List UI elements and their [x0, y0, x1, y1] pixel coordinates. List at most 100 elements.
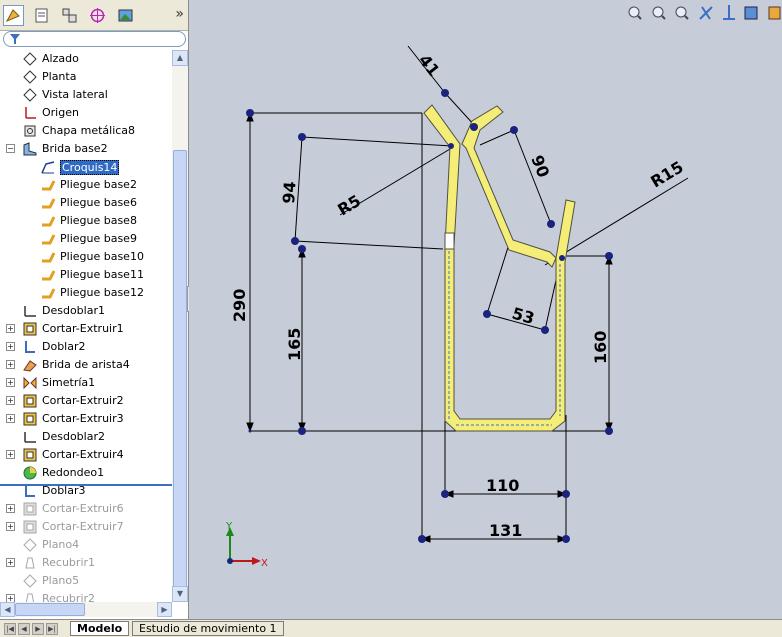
sheet-metal-profile[interactable] — [423, 104, 576, 432]
feature-manager-panel: » Alzado Planta Vista lateral Origen Chapa m… — [0, 0, 189, 619]
tree-item[interactable]: + Cortar-Extruir3 — [0, 410, 172, 428]
hide-show-items-icon[interactable] — [768, 6, 781, 20]
mirror-icon — [23, 376, 37, 390]
tree-item[interactable]: Alzado — [0, 50, 172, 68]
tree-item[interactable]: Plano4 — [0, 536, 172, 554]
tree-item[interactable]: + Cortar-Extruir6 — [0, 500, 172, 518]
display-manager-tab[interactable] — [115, 5, 136, 26]
display-style-icon[interactable] — [744, 6, 758, 20]
scroll-down-arrow-icon[interactable]: ▼ — [172, 586, 188, 602]
tree-item[interactable]: Origen — [0, 104, 172, 122]
expand-toggle-icon[interactable]: + — [6, 378, 15, 387]
last-tab-arrow-icon[interactable]: ▶| — [46, 623, 58, 635]
scroll-left-arrow-icon[interactable]: ◀ — [0, 602, 15, 617]
scroll-right-arrow-icon[interactable]: ▶ — [157, 602, 172, 617]
tree-item[interactable]: + Cortar-Extruir7 — [0, 518, 172, 536]
first-tab-arrow-icon[interactable]: |◀ — [4, 623, 16, 635]
tree-item[interactable]: Pliegue base9 — [0, 230, 172, 248]
tree-item[interactable]: Pliegue base2 — [0, 176, 172, 194]
next-tab-arrow-icon[interactable]: ▶ — [32, 623, 44, 635]
section-view-icon[interactable] — [699, 6, 713, 20]
tree-item[interactable]: − Brida base2 — [0, 140, 172, 158]
tree-item[interactable]: Pliegue base10 — [0, 248, 172, 266]
dimension-131[interactable]: 131 — [489, 521, 522, 540]
tree-item[interactable]: Redondeo1 — [0, 464, 172, 482]
dimension-94[interactable]: 94 — [279, 181, 300, 205]
feature-manager-tab[interactable] — [3, 5, 24, 26]
feature-tree: Alzado Planta Vista lateral Origen Chapa met… — [0, 50, 172, 602]
tree-item[interactable]: Pliegue base8 — [0, 212, 172, 230]
tree-item[interactable]: + Cortar-Extruir4 — [0, 446, 172, 464]
tree-item[interactable]: Plano5 — [0, 572, 172, 590]
expand-toggle-icon[interactable]: + — [6, 450, 15, 459]
tree-item[interactable]: + Brida de arista4 — [0, 356, 172, 374]
tree-item[interactable]: + Recubrir2 — [0, 590, 172, 602]
tree-item[interactable]: + Recubrir1 — [0, 554, 172, 572]
expand-toggle-icon[interactable]: + — [6, 522, 15, 531]
tree-item-label: Pliegue base12 — [60, 286, 144, 299]
expand-toggle-icon[interactable]: + — [6, 342, 15, 351]
expand-toggle-icon[interactable]: + — [6, 558, 15, 567]
sketch-canvas[interactable]: 41 94 R5 90 R15 290 165 53 160 110 131 Y… — [189, 0, 782, 619]
triad-x-label: X — [261, 558, 268, 569]
bend-icon — [42, 252, 56, 263]
dimension-160[interactable]: 160 — [591, 331, 610, 364]
tree-item[interactable]: Planta — [0, 68, 172, 86]
tab-motion-study[interactable]: Estudio de movimiento 1 — [132, 621, 284, 636]
radius-r5[interactable]: R5 — [334, 191, 364, 219]
tab-modelo[interactable]: Modelo — [70, 621, 130, 636]
tree-item[interactable]: + Cortar-Extruir1 — [0, 320, 172, 338]
plane-icon — [23, 70, 37, 84]
expand-toggle-icon[interactable]: + — [6, 414, 15, 423]
cut-extrude-icon — [23, 502, 37, 516]
expand-toggle-icon[interactable]: + — [6, 324, 15, 333]
dimension-165[interactable]: 165 — [285, 328, 304, 361]
tree-vertical-scrollbar[interactable]: ▲ ▼ — [172, 50, 188, 602]
tree-item[interactable]: Pliegue base6 — [0, 194, 172, 212]
zoom-to-fit-icon[interactable] — [628, 6, 642, 20]
cut-extrude-icon — [23, 322, 37, 336]
expand-tabs-icon[interactable]: » — [175, 6, 184, 22]
radius-r15[interactable]: R15 — [647, 157, 686, 191]
tree-filter-input[interactable] — [3, 31, 186, 47]
configuration-manager-tab[interactable] — [59, 5, 80, 26]
tree-horizontal-scrollbar[interactable]: ◀ ▶ — [0, 602, 172, 617]
expand-toggle-icon[interactable]: + — [6, 504, 15, 513]
tree-item[interactable]: Desdoblar2 — [0, 428, 172, 446]
dimension-90[interactable]: 90 — [527, 152, 553, 180]
tree-item[interactable]: Pliegue base12 — [0, 284, 172, 302]
property-manager-tab[interactable] — [31, 5, 52, 26]
tree-item[interactable]: Pliegue base11 — [0, 266, 172, 284]
tree-item[interactable]: Desdoblar1 — [0, 302, 172, 320]
dimension-41[interactable]: 41 — [415, 51, 444, 80]
dimension-110[interactable]: 110 — [486, 476, 519, 495]
tree-item-label: Pliegue base6 — [60, 196, 137, 209]
expand-toggle-icon[interactable]: + — [6, 594, 15, 602]
previous-tab-arrow-icon[interactable]: ◀ — [18, 623, 30, 635]
tree-item[interactable]: Vista lateral — [0, 86, 172, 104]
dimxpert-tab[interactable] — [87, 5, 108, 26]
zoom-to-area-icon[interactable] — [652, 6, 666, 20]
expand-toggle-icon[interactable]: + — [6, 396, 15, 405]
tree-item-label: Desdoblar2 — [42, 430, 105, 443]
tree-item[interactable]: + Simetría1 — [0, 374, 172, 392]
tree-item[interactable]: + Doblar2 — [0, 338, 172, 356]
bend-icon — [42, 270, 56, 281]
dimension-290[interactable]: 290 — [230, 289, 249, 322]
rollback-bar[interactable] — [0, 484, 172, 486]
tree-item[interactable]: Chapa metálica8 — [0, 122, 172, 140]
collapse-toggle-icon[interactable]: − — [6, 144, 15, 153]
tree-item[interactable]: Croquis14 — [0, 158, 172, 176]
previous-view-icon[interactable] — [675, 6, 689, 20]
graphics-area[interactable]: 41 94 R5 90 R15 290 165 53 160 110 131 Y… — [189, 0, 782, 619]
view-orientation-icon[interactable] — [723, 5, 735, 20]
expand-toggle-icon[interactable]: + — [6, 360, 15, 369]
dimension-53[interactable]: 53 — [510, 304, 537, 328]
tree-item-label: Plano5 — [42, 574, 80, 587]
tree-item-label: Simetría1 — [42, 376, 96, 389]
horizontal-scroll-thumb[interactable] — [15, 603, 85, 616]
scroll-up-arrow-icon[interactable]: ▲ — [172, 50, 188, 66]
vertical-scroll-thumb[interactable] — [173, 150, 187, 600]
tree-item-label: Chapa metálica8 — [42, 124, 136, 137]
tree-item[interactable]: + Cortar-Extruir2 — [0, 392, 172, 410]
